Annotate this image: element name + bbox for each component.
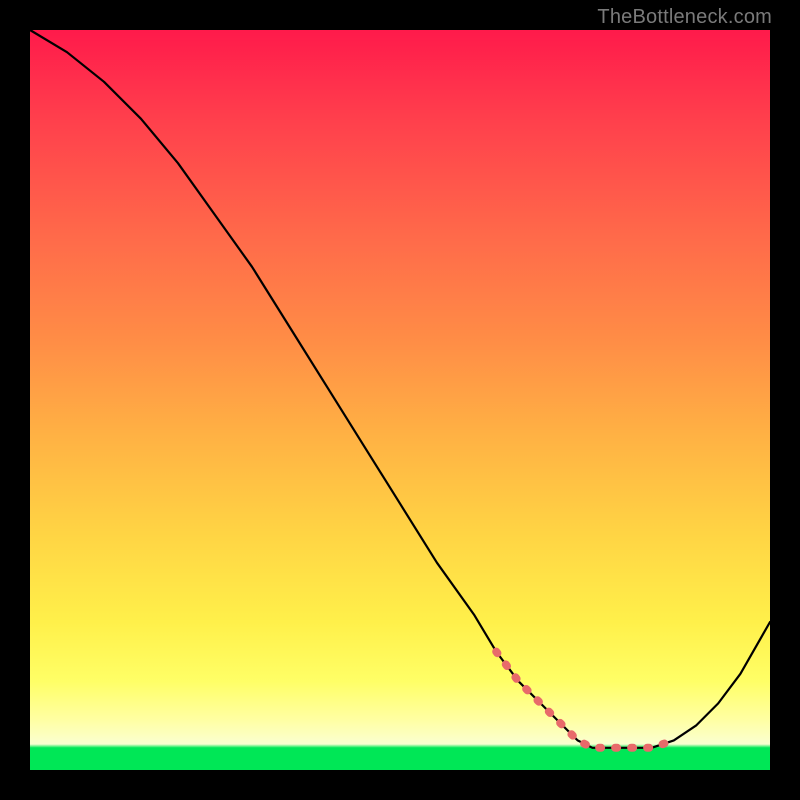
bottleneck-curve <box>30 30 770 748</box>
chart-curve-layer <box>30 30 770 770</box>
watermark-text: TheBottleneck.com <box>597 6 772 29</box>
highlight-segment <box>496 652 674 748</box>
chart-frame: TheBottleneck.com <box>0 0 800 800</box>
chart-plot-area <box>30 30 770 770</box>
